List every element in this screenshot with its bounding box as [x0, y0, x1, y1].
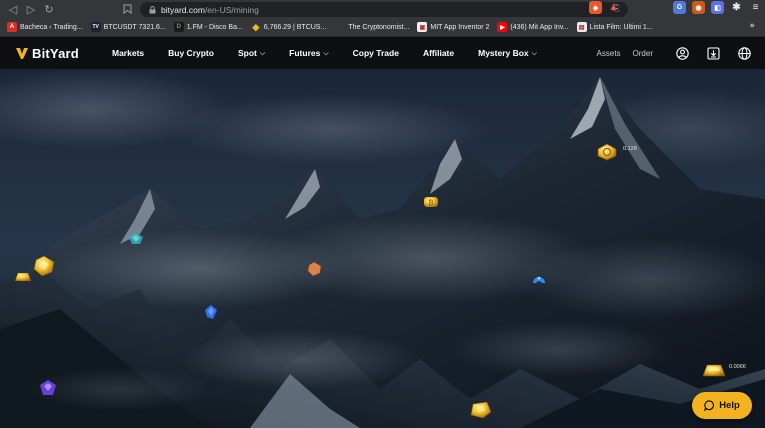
bookmark-favicon-icon: A [7, 22, 17, 32]
extension-icons: ◈ ▲ [589, 1, 620, 14]
bookmark-item[interactable]: The Cryptonomist... [344, 18, 413, 37]
bookmark-item[interactable]: D 1.FM - Disco Ba... [170, 18, 247, 37]
bookmark-label: (436) Mit App Inv... [510, 23, 569, 31]
gold-coin-icon[interactable] [597, 143, 617, 161]
bookmark-favicon-icon: ▤ [576, 22, 587, 32]
gold-bar-icon[interactable] [703, 363, 725, 377]
bookmark-favicon-icon: ◆ [252, 21, 260, 32]
purple-gem-icon[interactable] [40, 380, 56, 395]
bookmark-label: Lista Film: Ultimi 1... [589, 23, 653, 31]
gold-crystal-icon[interactable] [33, 256, 55, 276]
url-host: bityard.com [161, 4, 205, 15]
address-url: bityard.com/en-US/mining [161, 5, 259, 15]
order-link[interactable]: Order [633, 49, 653, 58]
brave-rewards-icon[interactable]: ▲ [607, 1, 620, 14]
extension-icon[interactable]: ◧ [711, 1, 724, 14]
address-bar[interactable]: bityard.com/en-US/mining ⎘ [140, 2, 628, 17]
nav-label: Spot [237, 48, 257, 58]
nav-label: Affiliate [422, 48, 455, 58]
bookmark-label: 1.FM - Disco Ba... [186, 23, 243, 31]
fox-extension-icon[interactable]: ◉ [692, 1, 705, 14]
gold-bar-icon[interactable] [15, 272, 31, 282]
bitcoin-coin-icon[interactable]: ₿ [423, 196, 439, 208]
bookmark-favicon-icon: D [173, 22, 184, 32]
bookmark-label: The Cryptonomist... [348, 23, 410, 31]
reload-icon[interactable]: ↻ [40, 0, 58, 18]
help-button[interactable]: Help [692, 392, 752, 419]
help-label: Help [719, 400, 740, 411]
bookmark-item[interactable]: ◆ 6,766.29 | BTCUS... [247, 18, 331, 37]
mining-hero: 0.128 ₿ 0.0066 [0, 69, 765, 428]
nav-futures[interactable]: Futures ⌵ [289, 48, 328, 58]
chat-bubble-icon [704, 400, 715, 411]
bookmark-item[interactable]: A Bacheca ‹ Trading... [3, 18, 87, 37]
bookmarks-overflow-icon[interactable]: » [749, 21, 755, 31]
bookmark-label: Bacheca ‹ Trading... [20, 23, 83, 31]
main-nav: Markets Buy Crypto Spot ⌵ Futures ⌵ Copy T… [112, 48, 561, 58]
blue-crystal-icon[interactable] [205, 305, 217, 319]
site-header: BitYard Markets Buy Crypto Spot ⌵ Futures… [0, 37, 765, 69]
bookmark-favicon-icon: ▣ [417, 22, 428, 32]
coin-reward-label: 0.0066 [729, 364, 746, 370]
browser-toolbar: ◁ ▷ ↻ bityard.com/en-US/mining ⎘ ◈ ▲ G ◉… [0, 0, 765, 18]
back-icon[interactable]: ◁ [4, 0, 22, 18]
url-path: /en-US/mining [204, 4, 259, 15]
bookmark-item[interactable]: ▶ (436) Mit App Inv... [493, 18, 572, 37]
bookmark-label: BTCUSDT 7321.6... [103, 23, 166, 31]
nav-label: Markets [112, 48, 145, 58]
mountain-scene-illustration [0, 69, 765, 428]
puzzle-extensions-icon[interactable]: ✱ [730, 1, 743, 14]
bityard-logo-icon [16, 48, 28, 59]
assets-link[interactable]: Assets [597, 49, 621, 58]
forward-icon[interactable]: ▷ [22, 0, 40, 18]
bookmark-item[interactable]: ▤ Lista Film: Ultimi 1... [573, 18, 657, 37]
teal-crystal-icon[interactable] [129, 233, 143, 244]
nav-copy-trade[interactable]: Copy Trade [353, 48, 399, 58]
menu-icon[interactable]: ≡ [749, 1, 762, 14]
browser-chrome: ◁ ▷ ↻ bityard.com/en-US/mining ⎘ ◈ ▲ G ◉… [0, 0, 765, 37]
nav-mystery-box[interactable]: Mystery Box ⌵ [478, 48, 537, 58]
chevron-down-icon: ⌵ [531, 48, 537, 57]
bookmark-star-icon[interactable] [118, 0, 136, 18]
bookmarks-bar: A Bacheca ‹ Trading... TV BTCUSDT 7321.6… [0, 18, 765, 37]
globe-language-icon[interactable] [738, 46, 751, 60]
copper-coin-icon[interactable] [307, 262, 322, 276]
bookmark-item[interactable]: ▣ MIT App Inventor 2 [413, 18, 493, 37]
bookmark-favicon-icon: ▶ [497, 22, 508, 32]
bookmark-label: 6,766.29 | BTCUS... [263, 23, 327, 31]
bityard-logo[interactable]: BitYard [15, 46, 95, 61]
logo-text: BitYard [32, 45, 79, 61]
bookmark-favicon-icon: TV [90, 22, 101, 32]
browser-toolbar-right: G ◉ ◧ ✱ ≡ [673, 1, 762, 14]
coin-reward-label: 0.128 [623, 146, 637, 152]
chevron-down-icon: ⌵ [259, 48, 266, 57]
nav-buy-crypto[interactable]: Buy Crypto [168, 48, 214, 58]
nav-affiliate[interactable]: Affiliate [423, 48, 454, 58]
nav-label: Futures [289, 48, 321, 58]
translate-extension-icon[interactable]: G [673, 1, 686, 14]
lock-icon [146, 4, 158, 16]
download-icon[interactable] [707, 46, 720, 60]
user-account-icon[interactable] [676, 46, 689, 60]
nav-markets[interactable]: Markets [112, 48, 144, 58]
nav-label: Buy Crypto [168, 48, 214, 58]
svg-text:₿: ₿ [428, 199, 433, 207]
nav-label: Mystery Box [478, 48, 529, 58]
bookmark-item[interactable]: TV BTCUSDT 7321.6... [87, 18, 170, 37]
brave-shield-icon[interactable]: ◈ [589, 1, 602, 14]
header-right: Assets Order [597, 37, 765, 69]
gold-ore-icon[interactable] [469, 402, 491, 418]
nav-label: Copy Trade [352, 48, 399, 58]
blue-crescent-icon[interactable] [531, 273, 547, 286]
chevron-down-icon: ⌵ [323, 48, 329, 57]
bookmark-label: MIT App Inventor 2 [430, 23, 490, 31]
nav-spot[interactable]: Spot ⌵ [238, 48, 265, 58]
